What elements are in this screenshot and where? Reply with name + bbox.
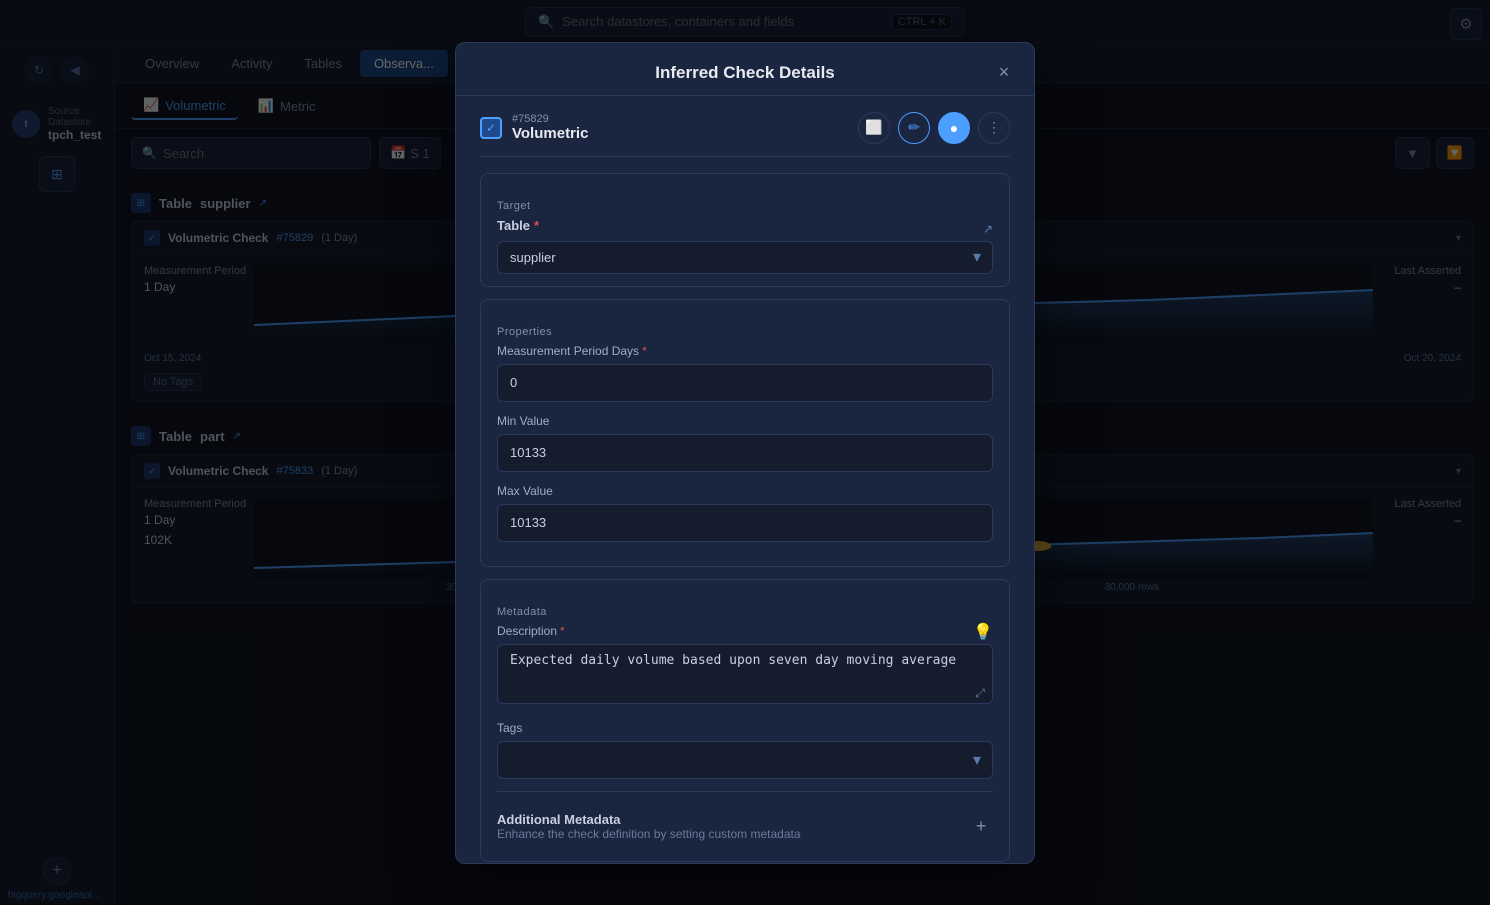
tags-input[interactable] <box>497 741 993 779</box>
inferred-check-modal: Inferred Check Details × ✓ #75829 Volume… <box>455 42 1035 864</box>
table-select[interactable]: supplier <box>497 241 993 274</box>
check-type: Volumetric <box>512 125 588 142</box>
description-expand-icon[interactable]: ⤢ <box>975 686 985 701</box>
mpd-label: Measurement Period Days * <box>497 344 993 358</box>
min-value-label: Min Value <box>497 414 993 428</box>
target-expand-icon[interactable]: ↗ <box>983 222 993 236</box>
add-metadata-btn[interactable]: + <box>969 814 993 838</box>
additional-metadata-row: Additional Metadata Enhance the check de… <box>497 804 993 849</box>
measurement-period-days-input[interactable] <box>497 364 993 402</box>
status-check-btn[interactable]: ● <box>938 112 970 144</box>
check-number: #75829 <box>512 113 588 125</box>
table-required-star: * <box>534 218 539 233</box>
min-value-input[interactable] <box>497 434 993 472</box>
check-checkbox[interactable]: ✓ <box>480 117 502 139</box>
desc-required-star: * <box>560 624 565 638</box>
table-field-label: Table * <box>497 218 539 233</box>
edit-check-btn[interactable]: ✏ <box>898 112 930 144</box>
lightbulb-icon: 💡 <box>973 622 993 642</box>
additional-metadata-desc: Enhance the check definition by setting … <box>497 827 801 841</box>
more-icon: ⋮ <box>987 119 1001 136</box>
measurement-period-days-group: Measurement Period Days * <box>497 344 993 402</box>
metadata-section: Metadata Description * 💡 Expected daily … <box>480 579 1010 862</box>
circle-icon: ● <box>950 120 958 136</box>
properties-section: Properties Measurement Period Days * Min… <box>480 299 1010 567</box>
copy-check-btn[interactable]: ⬜ <box>858 112 890 144</box>
min-value-group: Min Value <box>497 414 993 472</box>
mpd-required-star: * <box>642 344 647 358</box>
max-value-label: Max Value <box>497 484 993 498</box>
description-textarea[interactable]: Expected daily volume based upon seven d… <box>497 644 993 704</box>
modal-header: Inferred Check Details × <box>456 43 1034 96</box>
copy-icon: ⬜ <box>865 119 882 136</box>
tags-select-wrapper <box>497 741 993 779</box>
description-group: Description * 💡 Expected daily volume ba… <box>497 624 993 709</box>
check-info-left: ✓ #75829 Volumetric <box>480 113 588 142</box>
target-section-label: Target <box>497 200 993 212</box>
description-field-wrapper: Expected daily volume based upon seven d… <box>497 644 993 709</box>
additional-metadata-title: Additional Metadata <box>497 812 801 827</box>
modal-overlay: Inferred Check Details × ✓ #75829 Volume… <box>0 0 1490 905</box>
max-value-group: Max Value <box>497 484 993 542</box>
tags-group: Tags <box>497 721 993 779</box>
more-check-btn[interactable]: ⋮ <box>978 112 1010 144</box>
target-section: Target Table * ↗ supplier <box>480 173 1010 287</box>
check-id-name: #75829 Volumetric <box>512 113 588 142</box>
edit-icon: ✏ <box>908 119 920 136</box>
section-divider <box>497 791 993 792</box>
tags-label: Tags <box>497 721 993 735</box>
table-select-wrapper: supplier <box>497 241 993 274</box>
modal-body: ✓ #75829 Volumetric ⬜ ✏ <box>456 96 1034 863</box>
properties-section-label: Properties <box>497 326 993 338</box>
check-info-row: ✓ #75829 Volumetric ⬜ ✏ <box>480 112 1010 157</box>
metadata-section-label: Metadata <box>497 606 993 618</box>
modal-title: Inferred Check Details <box>655 63 835 82</box>
max-value-input[interactable] <box>497 504 993 542</box>
check-actions: ⬜ ✏ ● ⋮ <box>858 112 1010 144</box>
modal-close-btn[interactable]: × <box>990 59 1018 87</box>
description-label: Description * <box>497 624 993 638</box>
target-section-header: Table * ↗ <box>497 218 993 241</box>
